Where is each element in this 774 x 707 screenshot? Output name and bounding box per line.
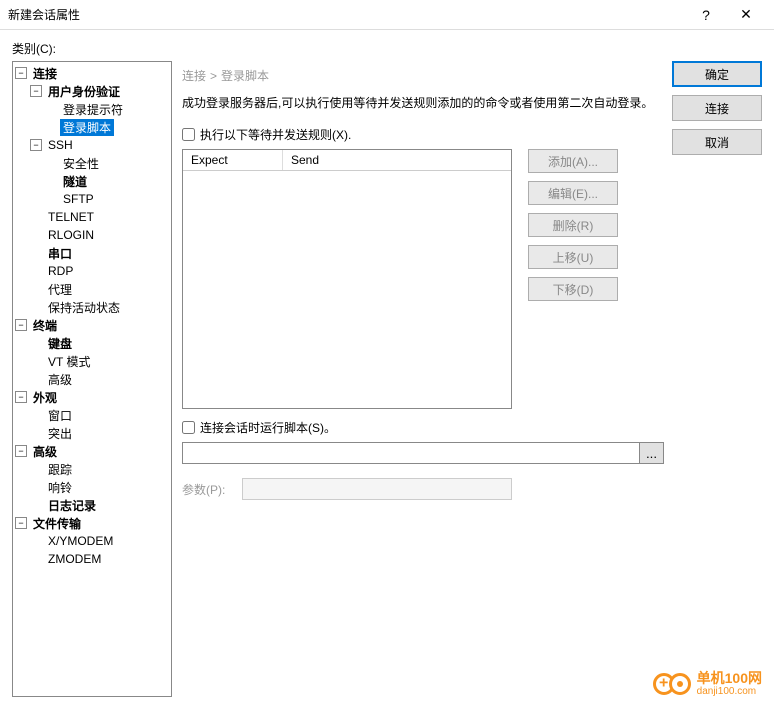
collapse-icon[interactable]: − (15, 319, 27, 331)
rules-table[interactable]: Expect Send (182, 149, 512, 409)
watermark-logo: 单机100网 danji100.com (653, 671, 762, 697)
tree-item-zmodem[interactable]: ZMODEM (45, 552, 104, 566)
movedown-button[interactable]: 下移(D) (528, 277, 618, 301)
connect-button[interactable]: 连接 (672, 95, 762, 121)
help-button[interactable]: ? (686, 0, 726, 30)
cancel-button[interactable]: 取消 (672, 129, 762, 155)
execute-rules-checkbox[interactable] (182, 128, 195, 141)
breadcrumb: 连接>登录脚本 (182, 61, 664, 94)
tree-item-sftp[interactable]: SFTP (60, 192, 97, 206)
tree-item-telnet[interactable]: TELNET (45, 210, 97, 224)
tree-item-security[interactable]: 安全性 (60, 155, 102, 172)
script-path-input[interactable] (182, 442, 640, 464)
collapse-icon[interactable]: − (15, 67, 27, 79)
tree-item-rlogin[interactable]: RLOGIN (45, 228, 97, 242)
tree-item-keepalive[interactable]: 保持活动状态 (45, 299, 123, 316)
tree-item-highlight[interactable]: 突出 (45, 425, 75, 442)
close-button[interactable]: ✕ (726, 0, 766, 30)
tree-item-login-prompt[interactable]: 登录提示符 (60, 101, 126, 118)
ok-button[interactable]: 确定 (672, 61, 762, 87)
tree-item-auth[interactable]: 用户身份验证 (45, 83, 123, 100)
settings-panel: 连接>登录脚本 成功登录服务器后,可以执行使用等待并发送规则添加的的命令或者使用… (182, 61, 664, 697)
collapse-icon[interactable]: − (30, 85, 42, 97)
run-script-checkbox[interactable] (182, 421, 195, 434)
collapse-icon[interactable]: − (15, 517, 27, 529)
tree-item-logging[interactable]: 日志记录 (45, 497, 99, 514)
tree-item-connection[interactable]: 连接 (30, 65, 60, 82)
tree-item-appearance[interactable]: 外观 (30, 389, 60, 406)
column-send[interactable]: Send (283, 150, 511, 170)
tree-item-trace[interactable]: 跟踪 (45, 461, 75, 478)
category-label: 类别(C): (12, 40, 762, 57)
tree-item-advanced[interactable]: 高级 (45, 371, 75, 388)
edit-button[interactable]: 编辑(E)... (528, 181, 618, 205)
tree-item-ssh[interactable]: SSH (45, 138, 76, 152)
window-title: 新建会话属性 (8, 6, 686, 23)
collapse-icon[interactable]: − (15, 445, 27, 457)
tree-item-window[interactable]: 窗口 (45, 407, 75, 424)
tree-item-vtmode[interactable]: VT 模式 (45, 353, 93, 370)
run-script-label: 连接会话时运行脚本(S)。 (200, 419, 336, 436)
description-text: 成功登录服务器后,可以执行使用等待并发送规则添加的的命令或者使用第二次自动登录。 (182, 94, 664, 112)
tree-item-login-script[interactable]: 登录脚本 (60, 119, 114, 136)
param-label: 参数(P): (182, 481, 232, 498)
collapse-icon[interactable]: − (30, 139, 42, 151)
tree-item-xymodem[interactable]: X/YMODEM (45, 534, 116, 548)
tree-item-rdp[interactable]: RDP (45, 264, 76, 278)
dialog-content: 类别(C): −连接 −用户身份验证 登录提示符 登录脚本 −SSH (0, 30, 774, 707)
tree-item-serial[interactable]: 串口 (45, 245, 75, 262)
tree-item-tunnel[interactable]: 隧道 (60, 173, 90, 190)
tree-item-filetransfer[interactable]: 文件传输 (30, 515, 84, 532)
tree-item-terminal[interactable]: 终端 (30, 317, 60, 334)
execute-rules-label: 执行以下等待并发送规则(X). (200, 126, 351, 143)
tree-item-bell[interactable]: 响铃 (45, 479, 75, 496)
browse-button[interactable]: ... (640, 442, 664, 464)
tree-item-advanced2[interactable]: 高级 (30, 443, 60, 460)
moveup-button[interactable]: 上移(U) (528, 245, 618, 269)
tree-item-proxy[interactable]: 代理 (45, 281, 75, 298)
column-expect[interactable]: Expect (183, 150, 283, 170)
titlebar: 新建会话属性 ? ✕ (0, 0, 774, 30)
delete-button[interactable]: 删除(R) (528, 213, 618, 237)
collapse-icon[interactable]: − (15, 391, 27, 403)
param-input[interactable] (242, 478, 512, 500)
add-button[interactable]: 添加(A)... (528, 149, 618, 173)
category-tree[interactable]: −连接 −用户身份验证 登录提示符 登录脚本 −SSH 安全性 (12, 61, 172, 697)
tree-item-keyboard[interactable]: 键盘 (45, 335, 75, 352)
